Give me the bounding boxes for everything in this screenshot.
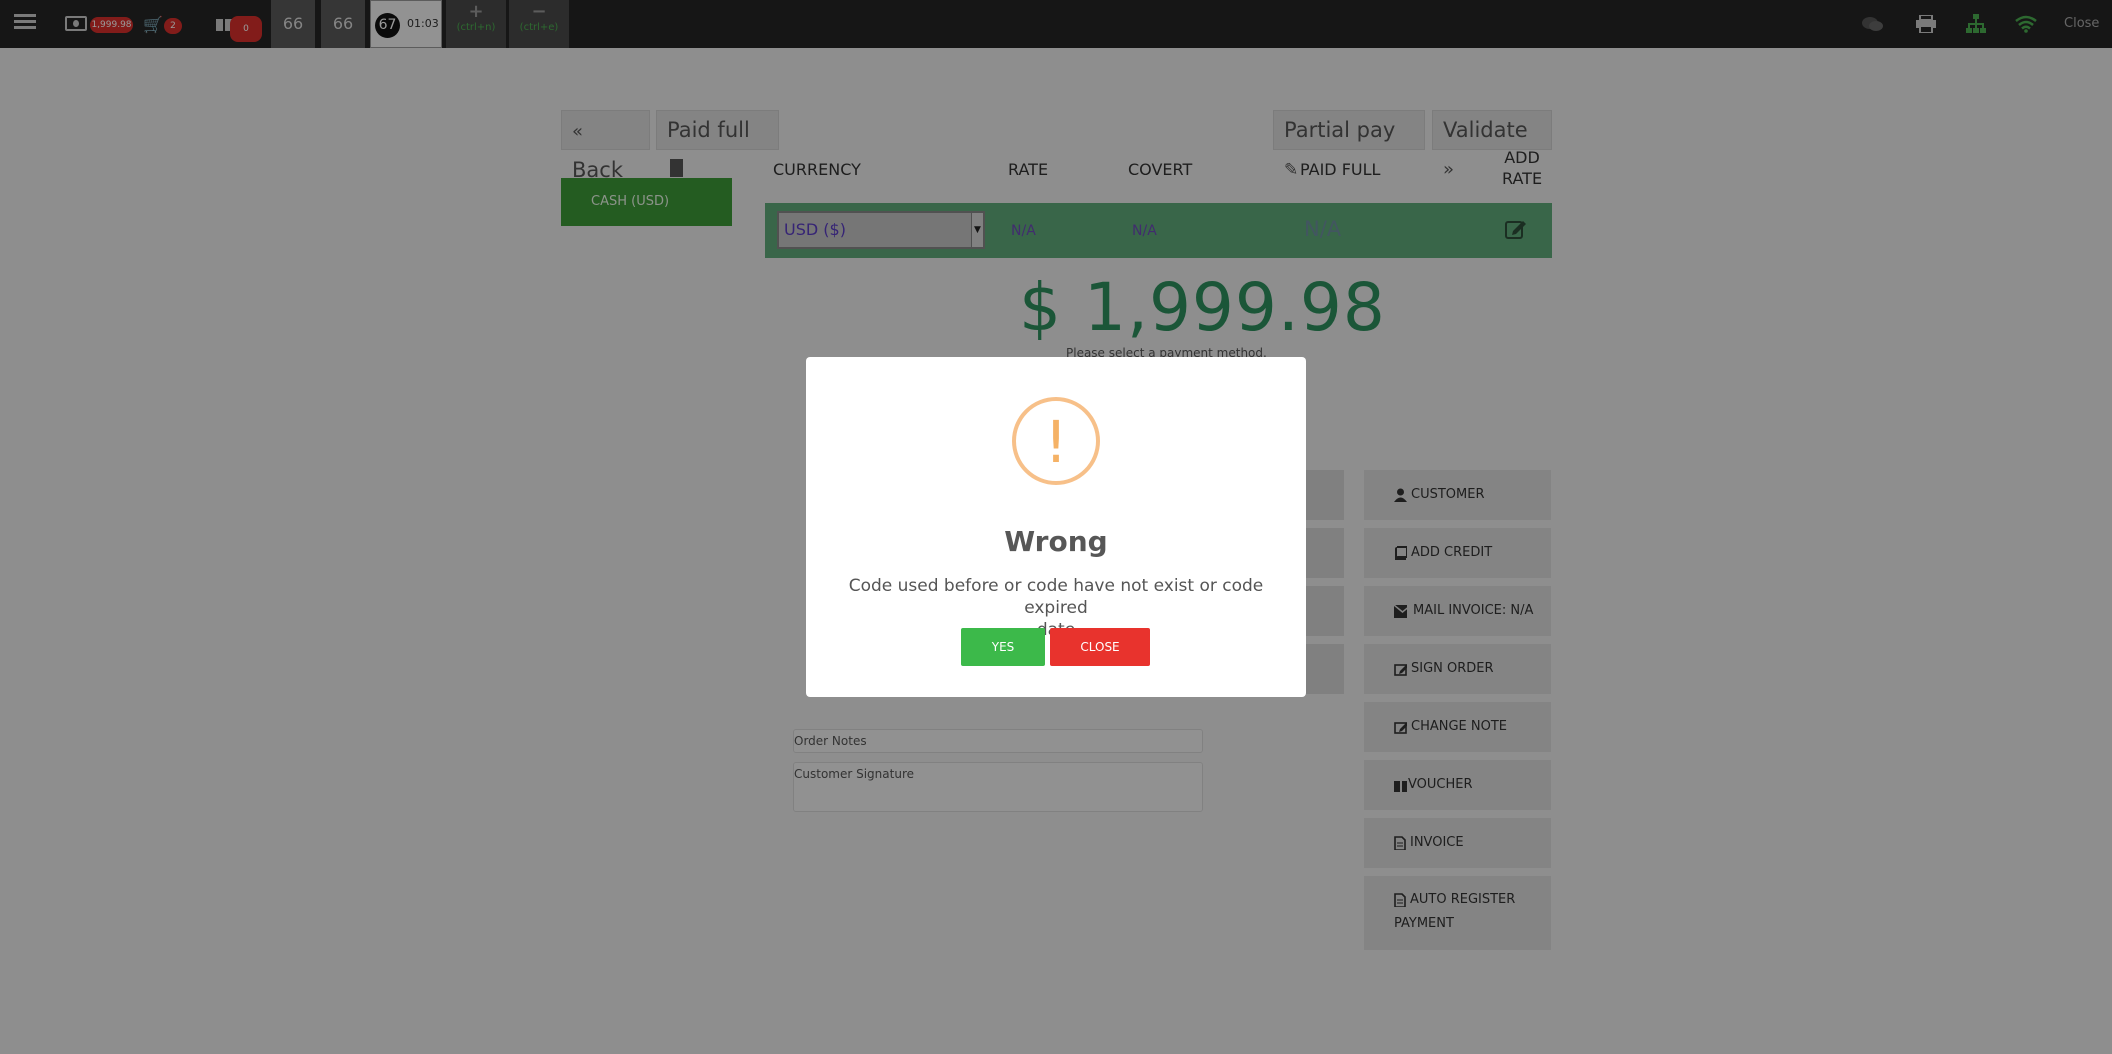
dialog-title: Wrong bbox=[1004, 525, 1108, 558]
error-dialog: ! Wrong Code used before or code have no… bbox=[806, 357, 1306, 697]
warning-icon: ! bbox=[1012, 397, 1100, 485]
close-button[interactable]: CLOSE bbox=[1050, 628, 1150, 666]
yes-button[interactable]: YES bbox=[961, 628, 1045, 666]
